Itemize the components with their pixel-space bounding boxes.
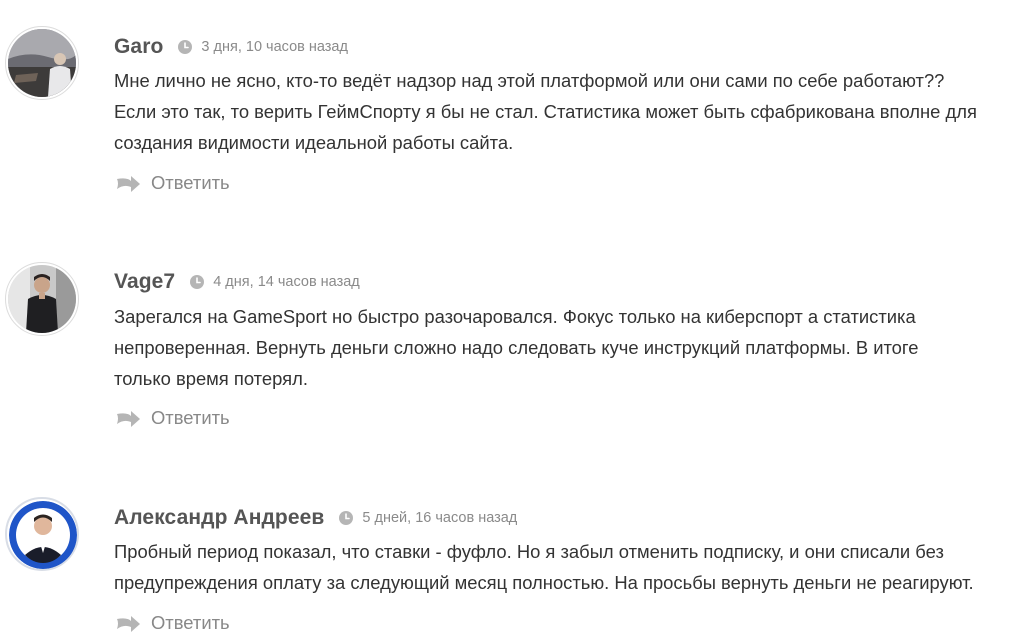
comment-header: Garo 3 дня, 10 часов назад	[114, 34, 348, 60]
clock-icon	[189, 274, 205, 290]
reply-button[interactable]: Ответить	[115, 170, 230, 196]
avatar[interactable]	[5, 497, 79, 571]
reply-label: Ответить	[151, 172, 230, 193]
comment-author[interactable]: Александр Андреев	[114, 506, 324, 530]
avatar-photo	[9, 501, 77, 569]
comment-header: Александр Андреев 5 дней, 16 часов назад	[114, 505, 517, 531]
reply-button[interactable]: Ответить	[115, 405, 230, 431]
comment-text-line: Пробный период показал, что ставки - фуф…	[114, 541, 944, 562]
comment-text-line: непроверенная. Вернуть деньги сложно над…	[114, 337, 919, 358]
avatar-photo	[8, 29, 76, 97]
comment-text-line: предупреждения оплату за следующий месяц…	[114, 572, 974, 593]
comment-text: Пробный период показал, что ставки - фуф…	[114, 536, 1036, 598]
comment-text: Мне лично не ясно, кто-то ведёт надзор н…	[114, 65, 1036, 158]
comment-text-line: создания видимости идеальной работы сайт…	[114, 132, 514, 153]
comment-text: Зарегался на GameSport но быстро разочар…	[114, 301, 1036, 394]
reply-button[interactable]: Ответить	[115, 610, 230, 636]
comment-header: Vage7 4 дня, 14 часов назад	[114, 269, 360, 295]
avatar[interactable]	[5, 26, 79, 100]
comment-date[interactable]: 3 дня, 10 часов назад	[201, 39, 348, 55]
comment-text-line: Если это так, то верить ГеймСпорту я бы …	[114, 101, 977, 122]
comment-text-line: только время потерял.	[114, 368, 308, 389]
avatar[interactable]	[5, 262, 79, 336]
clock-icon	[177, 39, 193, 55]
comment-author[interactable]: Vage7	[114, 270, 175, 294]
comment-date[interactable]: 5 дней, 16 часов назад	[362, 510, 517, 526]
avatar-photo	[8, 265, 76, 333]
reply-arrow-icon	[115, 173, 141, 193]
reply-label: Ответить	[151, 407, 230, 428]
reply-arrow-icon	[115, 613, 141, 633]
clock-icon	[338, 510, 354, 526]
comment-author[interactable]: Garo	[114, 35, 163, 59]
reply-label: Ответить	[151, 612, 230, 633]
comment-text-line: Мне лично не ясно, кто-то ведёт надзор н…	[114, 70, 945, 91]
reply-arrow-icon	[115, 408, 141, 428]
comment-date[interactable]: 4 дня, 14 часов назад	[213, 274, 360, 290]
comment-text-line: Зарегался на GameSport но быстро разочар…	[114, 306, 916, 327]
